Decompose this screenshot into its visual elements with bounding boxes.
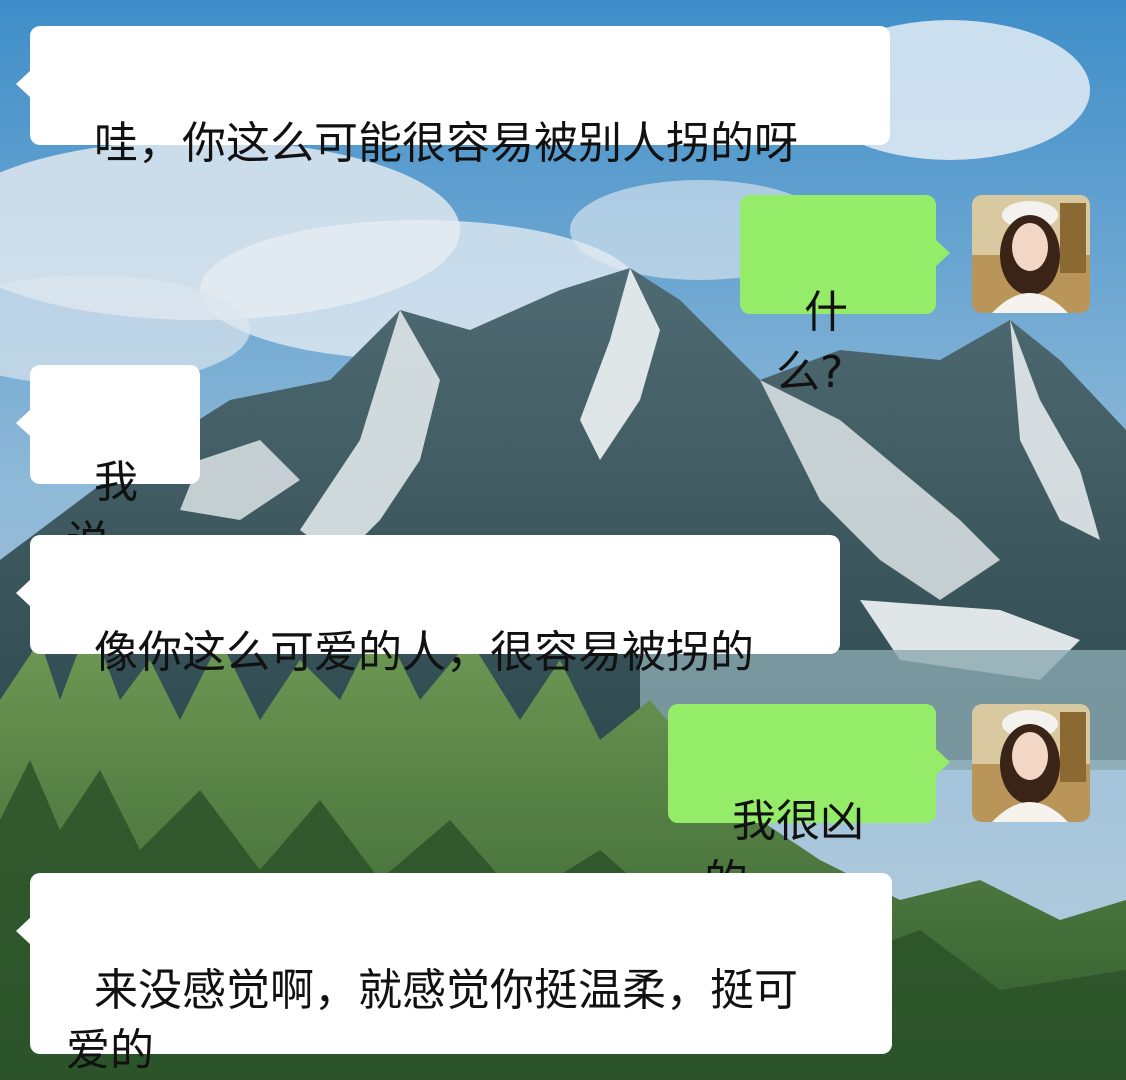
avatar-photo-icon xyxy=(972,704,1090,822)
message-bubble-outgoing[interactable]: 我很凶的 xyxy=(668,704,950,907)
message-text: 什么? xyxy=(776,287,848,398)
message-bubble-incoming[interactable]: 哇，你这么可能很容易被别人拐的呀 xyxy=(16,26,890,169)
message-bubble-incoming[interactable]: 来没感觉啊，就感觉你挺温柔，挺可 爱的 xyxy=(16,873,892,1076)
message-bubble-outgoing[interactable]: 什么? xyxy=(740,195,950,398)
message-text: 像你这么可爱的人，很容易被拐的 xyxy=(93,627,754,678)
user-avatar[interactable] xyxy=(972,195,1090,313)
message-text: 哇，你这么可能很容易被别人拐的呀 xyxy=(93,118,798,169)
user-avatar[interactable] xyxy=(972,704,1090,822)
avatar-photo-icon xyxy=(972,195,1090,313)
message-bubble-incoming[interactable]: 像你这么可爱的人，很容易被拐的 xyxy=(16,535,840,678)
message-bubble-incoming[interactable]: 我说 xyxy=(16,365,200,568)
